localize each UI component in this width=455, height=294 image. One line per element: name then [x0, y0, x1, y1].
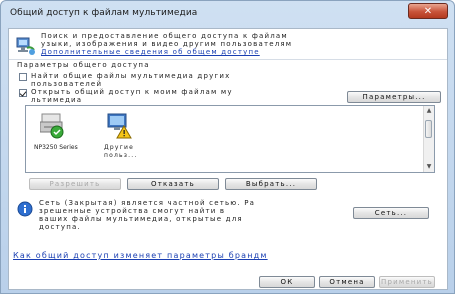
ok-button[interactable]: ОК: [259, 276, 315, 288]
network-info-line-4: доступа.: [39, 223, 81, 231]
deny-button[interactable]: Отказать: [127, 178, 219, 190]
allow-button[interactable]: Разрешить: [29, 178, 121, 190]
network-info-line-3: ваших файлы мультимедиа, открытые для: [39, 215, 243, 223]
share-my-media-label: Открыть общий доступ к моим файлам му: [31, 88, 233, 96]
parameters-button[interactable]: Параметры...: [347, 91, 441, 103]
scroll-thumb[interactable]: [425, 120, 432, 138]
description-line-2: узыки, изображения и видео другим пользо…: [41, 40, 293, 48]
device-item[interactable]: NP3250 Series: [34, 112, 78, 154]
scroll-down-icon[interactable]: ▼: [426, 164, 432, 170]
close-button[interactable]: ✕: [408, 3, 448, 19]
scroll-up-icon[interactable]: ▲: [426, 108, 432, 114]
device-item[interactable]: Другие польз...: [98, 112, 138, 160]
cancel-button[interactable]: Отмена: [319, 276, 375, 288]
find-shared-label: Найти общие файлы мультимедиа других: [31, 72, 231, 80]
sharing-settings-label: Параметры общего доступа: [17, 61, 150, 69]
media-sharing-icon: [16, 37, 35, 55]
network-info-line-1: Сеть (Закрытая) является частной сетью. …: [39, 199, 256, 207]
info-icon: [17, 201, 33, 217]
title-bar[interactable]: Общий доступ к файлам мультимедиа ✕: [1, 1, 454, 28]
close-icon: ✕: [423, 6, 433, 17]
device-label: NP3250 Series: [34, 144, 78, 151]
scrollbar[interactable]: ▲ ▼: [423, 106, 434, 172]
printer-check-icon: [40, 113, 64, 139]
device-label-line2: польз...: [104, 152, 138, 159]
media-sharing-dialog: Общий доступ к файлам мультимедиа ✕ Поис…: [0, 0, 455, 294]
network-button[interactable]: Сеть...: [353, 207, 429, 219]
customize-button[interactable]: Выбрать...: [225, 178, 317, 190]
apply-button[interactable]: Применить: [379, 276, 435, 288]
share-my-media-label-line2: льтимедиа: [31, 96, 83, 104]
more-info-link[interactable]: Дополнительные сведения об общем доступе: [41, 48, 260, 56]
firewall-link[interactable]: Как общий доступ изменяет параметры бран…: [13, 251, 268, 260]
network-info-line-2: зрешенные устройства смогут найти в: [39, 207, 226, 215]
find-shared-label-line2: пользователей: [31, 80, 103, 88]
computer-warning-icon: [107, 113, 132, 139]
share-my-media-checkbox[interactable]: [19, 89, 27, 97]
separator: [9, 59, 447, 60]
window-title: Общий доступ к файлам мультимедиа: [10, 8, 198, 18]
find-shared-checkbox[interactable]: [19, 73, 27, 81]
device-list[interactable]: NP3250 Series Другие польз... ▲ ▼: [25, 105, 435, 173]
device-label: Другие: [104, 144, 134, 151]
description-line-1: Поиск и предоставление общего доступа к …: [41, 32, 288, 40]
